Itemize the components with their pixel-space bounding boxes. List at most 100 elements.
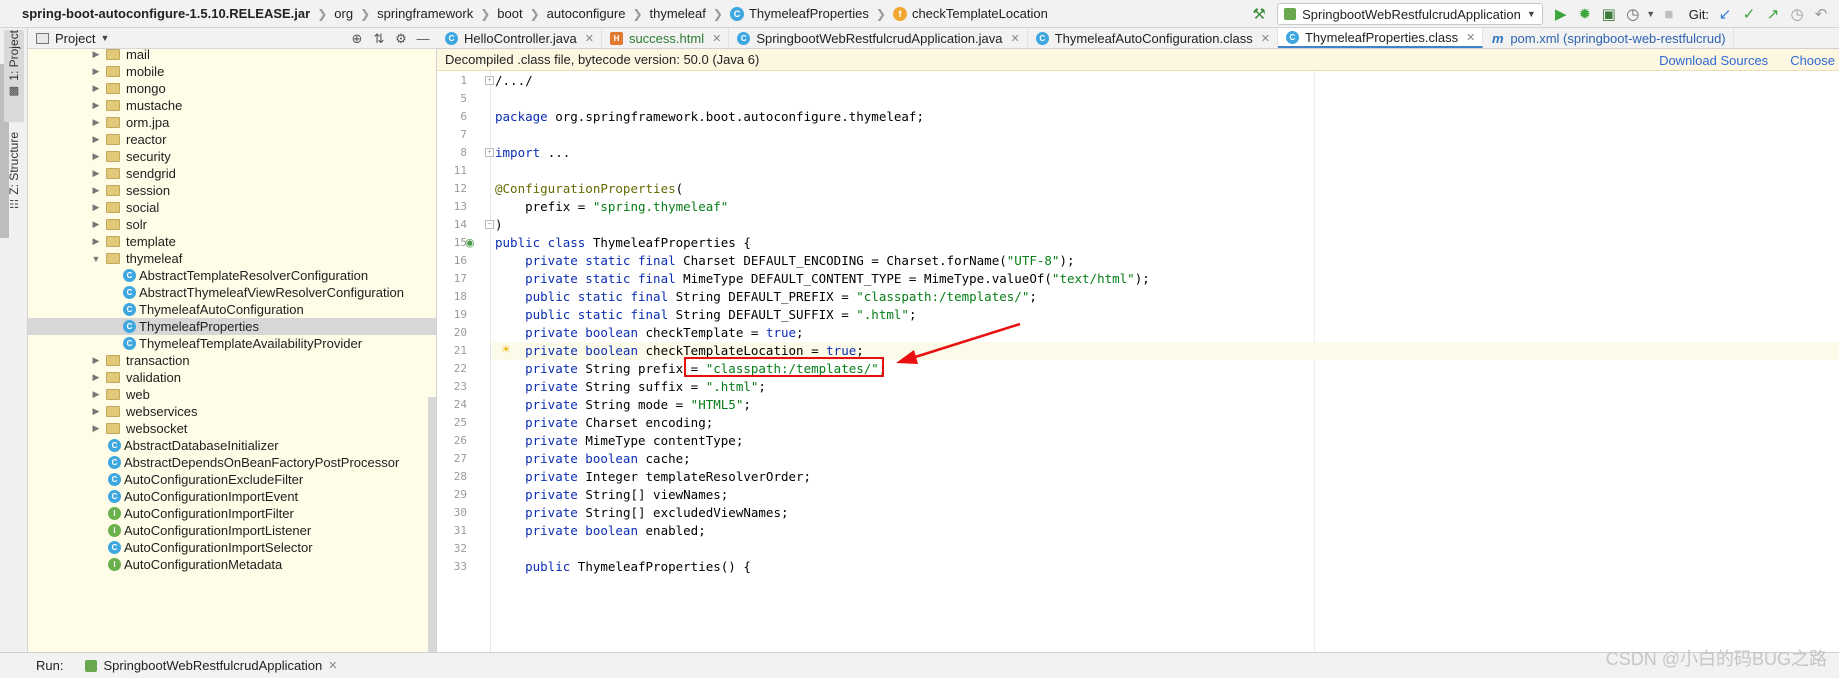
close-icon[interactable]: ✕ bbox=[1011, 32, 1020, 45]
chevron-right-icon[interactable]: ▶ bbox=[90, 389, 102, 400]
close-icon[interactable]: ✕ bbox=[328, 659, 337, 672]
debug-icon[interactable]: ✹ bbox=[1573, 2, 1597, 26]
project-view-selector[interactable]: Project ▼ bbox=[28, 31, 109, 46]
tree-item[interactable]: ▶ mongo bbox=[28, 80, 436, 97]
tree-item[interactable]: ▶ solr bbox=[28, 216, 436, 233]
close-icon[interactable]: ✕ bbox=[1466, 31, 1475, 44]
chevron-right-icon[interactable]: ▶ bbox=[90, 117, 102, 128]
chevron-down-icon[interactable]: ▼ bbox=[90, 254, 102, 264]
breadcrumb-item[interactable]: org bbox=[334, 0, 353, 28]
chevron-right-icon[interactable]: ▶ bbox=[90, 134, 102, 145]
close-icon[interactable]: ✕ bbox=[712, 32, 721, 45]
fold-toggle-icon[interactable]: − bbox=[485, 220, 494, 229]
chevron-right-icon[interactable]: ▶ bbox=[90, 83, 102, 94]
chevron-right-icon[interactable]: ▶ bbox=[90, 100, 102, 111]
chevron-right-icon[interactable]: ▶ bbox=[90, 372, 102, 383]
breadcrumb-item[interactable]: boot bbox=[497, 0, 522, 28]
tree-item[interactable]: C ThymeleafTemplateAvailabilityProvider bbox=[28, 335, 436, 352]
chevron-right-icon[interactable]: ▶ bbox=[90, 219, 102, 230]
tree-item[interactable]: ▶ security bbox=[28, 148, 436, 165]
editor-tab[interactable]: Hsuccess.html ✕ bbox=[602, 28, 730, 48]
chevron-right-icon[interactable]: ▶ bbox=[90, 151, 102, 162]
tree-item[interactable]: ▶ mustache bbox=[28, 97, 436, 114]
tree-item[interactable]: ▶ sendgrid bbox=[28, 165, 436, 182]
breadcrumb-item[interactable]: springframework bbox=[377, 0, 473, 28]
chevron-right-icon[interactable]: ▶ bbox=[90, 168, 102, 179]
close-icon[interactable]: ✕ bbox=[1261, 32, 1270, 45]
breadcrumb-item[interactable]: spring-boot-autoconfigure-1.5.10.RELEASE… bbox=[22, 0, 310, 28]
run-tab[interactable]: SpringbootWebRestfulcrudApplication ✕ bbox=[85, 658, 337, 673]
tree-item[interactable]: C ThymeleafProperties bbox=[28, 318, 436, 335]
coverage-icon[interactable]: ▣ bbox=[1597, 2, 1621, 26]
tree-item[interactable]: C AbstractTemplateResolverConfiguration bbox=[28, 267, 436, 284]
revert-icon[interactable]: ↶ bbox=[1809, 2, 1833, 26]
chevron-down-icon[interactable]: ▼ bbox=[1645, 2, 1657, 26]
tree-item[interactable]: C ThymeleafAutoConfiguration bbox=[28, 301, 436, 318]
hide-icon[interactable]: — bbox=[415, 31, 431, 46]
spring-bean-gutter-icon[interactable]: ◉ bbox=[465, 236, 475, 249]
tree-item[interactable]: C AutoConfigurationImportSelector bbox=[28, 539, 436, 556]
chevron-right-icon[interactable]: ▶ bbox=[90, 423, 102, 434]
tree-item[interactable]: C AbstractDependsOnBeanFactoryPostProcess… bbox=[28, 454, 436, 471]
close-icon[interactable]: ✕ bbox=[585, 32, 594, 45]
gear-icon[interactable]: ⚙ bbox=[393, 31, 409, 47]
git-update-icon[interactable]: ↙ bbox=[1713, 2, 1737, 26]
git-commit-icon[interactable]: ✓ bbox=[1737, 2, 1761, 26]
tree-item[interactable]: C AutoConfigurationExcludeFilter bbox=[28, 471, 436, 488]
editor-tab[interactable]: C ThymeleafAutoConfiguration.class ✕ bbox=[1028, 28, 1278, 48]
tree-item[interactable]: ▶ session bbox=[28, 182, 436, 199]
collapse-all-icon[interactable]: ⇅ bbox=[371, 31, 387, 47]
tree-item[interactable]: ▶ webservices bbox=[28, 403, 436, 420]
editor-tab[interactable]: C SpringbootWebRestfulcrudApplication.jav… bbox=[729, 28, 1028, 48]
chevron-right-icon[interactable]: ▶ bbox=[90, 236, 102, 247]
history-icon[interactable]: ◷ bbox=[1785, 2, 1809, 26]
editor-tab[interactable]: m pom.xml (springboot-web-restfulcrud) bbox=[1483, 28, 1734, 48]
code-editor[interactable]: 1 +5 6 7 8 +11 12 13 14 − 15 ◉ 16 17 18 19 20 21 22 23 24 25 2… bbox=[437, 71, 1839, 652]
breadcrumb-separator-icon: ❯ bbox=[317, 6, 328, 21]
tree-item[interactable]: ▶ web bbox=[28, 386, 436, 403]
chevron-right-icon[interactable]: ▶ bbox=[90, 406, 102, 417]
tool-tab-structure[interactable]: Z: Structure ☷ bbox=[4, 132, 24, 228]
tool-window-strip: 1: Project ▩ Z: Structure ☷ bbox=[0, 28, 28, 652]
download-sources-link[interactable]: Download Sources bbox=[1659, 53, 1768, 68]
breadcrumb-item[interactable]: thymeleaf bbox=[650, 0, 706, 28]
chevron-right-icon[interactable]: ▶ bbox=[90, 355, 102, 366]
breadcrumb-item[interactable]: autoconfigure bbox=[547, 0, 626, 28]
run-configuration-select[interactable]: SpringbootWebRestfulcrudApplication ▼ bbox=[1277, 3, 1543, 25]
tree-item[interactable]: ▶ mobile bbox=[28, 63, 436, 80]
tree-item[interactable]: ▶ orm.jpa bbox=[28, 114, 436, 131]
tree-item[interactable]: ▶ websocket bbox=[28, 420, 436, 437]
tree-item[interactable]: C AbstractDatabaseInitializer bbox=[28, 437, 436, 454]
git-push-icon[interactable]: ↗ bbox=[1761, 2, 1785, 26]
tree-item[interactable]: C AbstractThymeleafViewResolverConfigurat… bbox=[28, 284, 436, 301]
tree-item[interactable]: I AutoConfigurationMetadata bbox=[28, 556, 436, 573]
build-hammer-icon[interactable]: ⚒ bbox=[1247, 2, 1271, 26]
breadcrumb-item[interactable]: C ThymeleafProperties bbox=[729, 0, 869, 28]
tree-item[interactable]: ▶ transaction bbox=[28, 352, 436, 369]
chevron-right-icon[interactable]: ▶ bbox=[90, 49, 102, 60]
editor-tab[interactable]: C HelloController.java ✕ bbox=[437, 28, 602, 48]
chevron-right-icon[interactable]: ▶ bbox=[90, 202, 102, 213]
tree-item[interactable]: I AutoConfigurationImportFilter bbox=[28, 505, 436, 522]
scrollbar[interactable] bbox=[428, 397, 436, 652]
choose-sources-link[interactable]: Choose bbox=[1790, 53, 1835, 68]
tree-item[interactable]: ▶ template bbox=[28, 233, 436, 250]
fold-toggle-icon[interactable]: + bbox=[485, 76, 494, 85]
tree-item[interactable]: ▼ thymeleaf bbox=[28, 250, 436, 267]
fold-toggle-icon[interactable]: + bbox=[485, 148, 494, 157]
tree-item[interactable]: C AutoConfigurationImportEvent bbox=[28, 488, 436, 505]
tree-item[interactable]: ▶ validation bbox=[28, 369, 436, 386]
editor-tab[interactable]: C ThymeleafProperties.class ✕ bbox=[1277, 28, 1484, 48]
locate-icon[interactable]: ⊕ bbox=[349, 31, 365, 47]
breadcrumb-item[interactable]: f checkTemplateLocation bbox=[892, 0, 1048, 28]
tree-item[interactable]: ▶ reactor bbox=[28, 131, 436, 148]
chevron-right-icon[interactable]: ▶ bbox=[90, 66, 102, 77]
run-icon[interactable]: ▶ bbox=[1549, 2, 1573, 26]
tree-item[interactable]: ▶ social bbox=[28, 199, 436, 216]
tool-tab-project[interactable]: 1: Project ▩ bbox=[4, 30, 24, 122]
chevron-right-icon[interactable]: ▶ bbox=[90, 185, 102, 196]
stop-icon[interactable]: ■ bbox=[1657, 2, 1681, 26]
profile-icon[interactable]: ◷ bbox=[1621, 2, 1645, 26]
tree-item[interactable]: I AutoConfigurationImportListener bbox=[28, 522, 436, 539]
tree-item[interactable]: ▶ mail bbox=[28, 49, 436, 63]
